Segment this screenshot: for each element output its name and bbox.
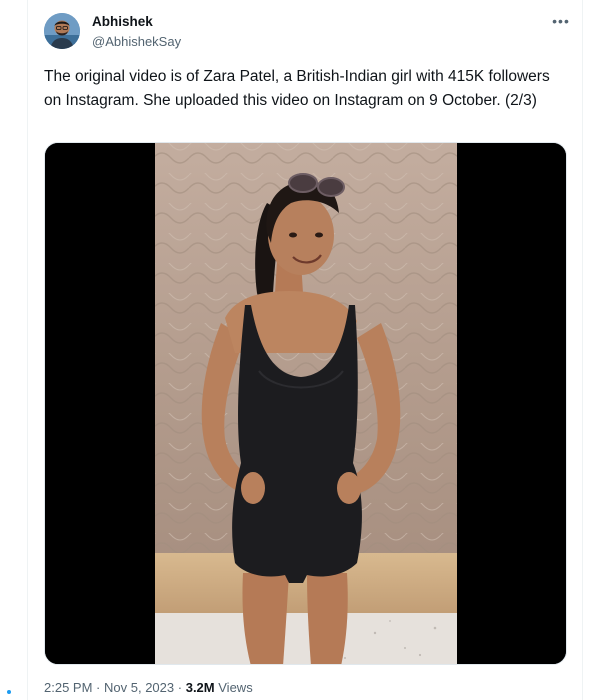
tweet-time[interactable]: 2:25 PM	[44, 680, 92, 695]
meta-separator: ·	[96, 680, 101, 695]
views-label: Views	[218, 680, 253, 695]
timeline-right-border	[582, 0, 583, 700]
tweet[interactable]: Abhishek @AbhishekSay ••• The original v…	[28, 0, 582, 700]
author-handle[interactable]: @AbhishekSay	[92, 34, 181, 49]
video-frame-image	[45, 143, 566, 664]
views-count: 3.2M	[185, 680, 215, 695]
unread-indicator-dot	[7, 690, 11, 694]
tweet-date[interactable]: Nov 5, 2023	[104, 680, 174, 695]
author-name[interactable]: Abhishek	[92, 14, 153, 29]
more-horizontal-icon: •••	[552, 13, 570, 29]
tweet-meta: 2:25 PM · Nov 5, 2023 · 3.2M Views	[44, 680, 253, 695]
tweet-text: The original video is of Zara Patel, a B…	[44, 68, 550, 109]
avatar[interactable]	[44, 13, 80, 49]
meta-separator: ·	[177, 680, 183, 695]
more-options-button[interactable]: •••	[548, 10, 574, 32]
tweet-media-video[interactable]	[44, 142, 567, 665]
